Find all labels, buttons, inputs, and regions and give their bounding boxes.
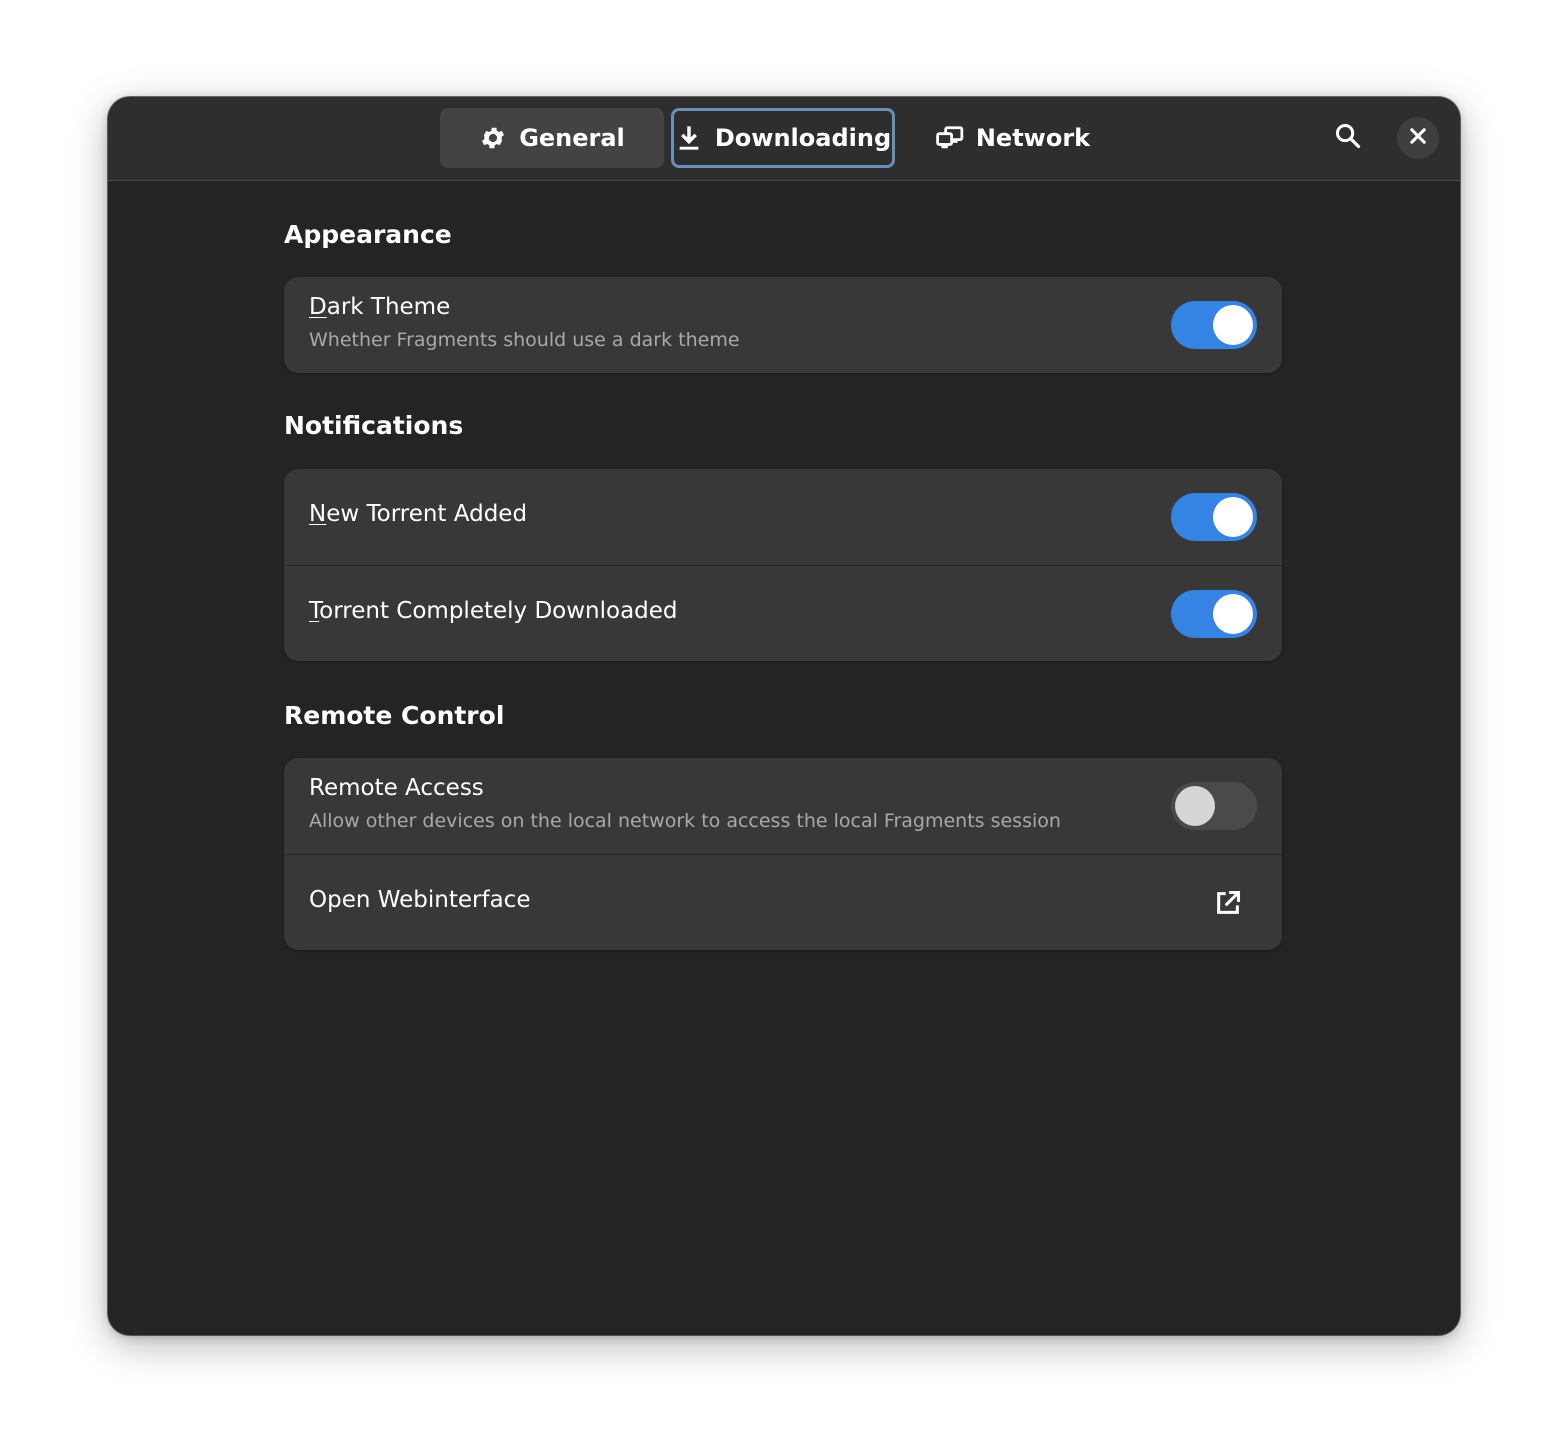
section-title-notifications: Notifications — [284, 411, 464, 440]
title-text: orrent Completely Downloaded — [319, 598, 678, 624]
new-torrent-added-switch[interactable] — [1171, 493, 1257, 541]
search-icon — [1334, 122, 1362, 154]
dark-theme-row[interactable]: Dark Theme Whether Fragments should use … — [284, 277, 1282, 373]
switch-knob — [1213, 305, 1253, 345]
mnemonic-letter: D — [309, 294, 327, 320]
dark-theme-subtitle: Whether Fragments should use a dark them… — [309, 329, 740, 351]
remote-access-row[interactable]: Remote Access Allow other devices on the… — [284, 758, 1282, 854]
torrent-completely-downloaded-row[interactable]: Torrent Completely Downloaded — [284, 565, 1282, 661]
network-icon — [936, 124, 964, 152]
switch-knob — [1175, 786, 1215, 826]
switch-knob — [1213, 594, 1253, 634]
section-title-appearance: Appearance — [284, 220, 452, 249]
header-bar: General Downloading Network — [108, 97, 1460, 181]
preferences-window: General Downloading Network Appearance D… — [108, 97, 1460, 1335]
mnemonic-letter: T — [309, 598, 320, 624]
title-text: ew Torrent Added — [326, 501, 528, 527]
new-torrent-added-row[interactable]: New Torrent Added — [284, 469, 1282, 565]
external-link-icon[interactable] — [1214, 889, 1242, 917]
switch-knob — [1213, 497, 1253, 537]
tab-network[interactable]: Network — [901, 108, 1125, 168]
section-title-remote-control: Remote Control — [284, 701, 505, 730]
close-icon — [1409, 127, 1427, 149]
close-button[interactable] — [1397, 117, 1439, 159]
remote-access-subtitle: Allow other devices on the local network… — [309, 810, 1061, 832]
tab-general[interactable]: General — [440, 108, 664, 168]
download-icon — [675, 124, 703, 152]
new-torrent-added-title: New Torrent Added — [309, 501, 527, 527]
torrent-completely-downloaded-title: Torrent Completely Downloaded — [309, 598, 678, 624]
remote-access-title: Remote Access — [309, 775, 484, 801]
title-text: ark Theme — [326, 294, 451, 320]
tab-downloading-label: Downloading — [714, 124, 892, 152]
remote-control-group: Remote Access Allow other devices on the… — [284, 758, 1282, 950]
notifications-group: New Torrent Added Torrent Completely Dow… — [284, 469, 1282, 661]
torrent-completely-downloaded-switch[interactable] — [1171, 590, 1257, 638]
gear-icon — [479, 124, 507, 152]
remote-access-switch[interactable] — [1171, 782, 1257, 830]
appearance-group: Dark Theme Whether Fragments should use … — [284, 277, 1282, 373]
open-webinterface-row[interactable]: Open Webinterface — [284, 854, 1282, 950]
dark-theme-title: Dark Theme — [309, 294, 450, 320]
search-button[interactable] — [1327, 117, 1369, 159]
open-webinterface-title: Open Webinterface — [309, 887, 531, 913]
tab-general-label: General — [519, 124, 625, 152]
tab-network-label: Network — [975, 124, 1091, 152]
mnemonic-letter: N — [309, 501, 327, 527]
dark-theme-switch[interactable] — [1171, 301, 1257, 349]
tab-downloading[interactable]: Downloading — [671, 108, 895, 168]
